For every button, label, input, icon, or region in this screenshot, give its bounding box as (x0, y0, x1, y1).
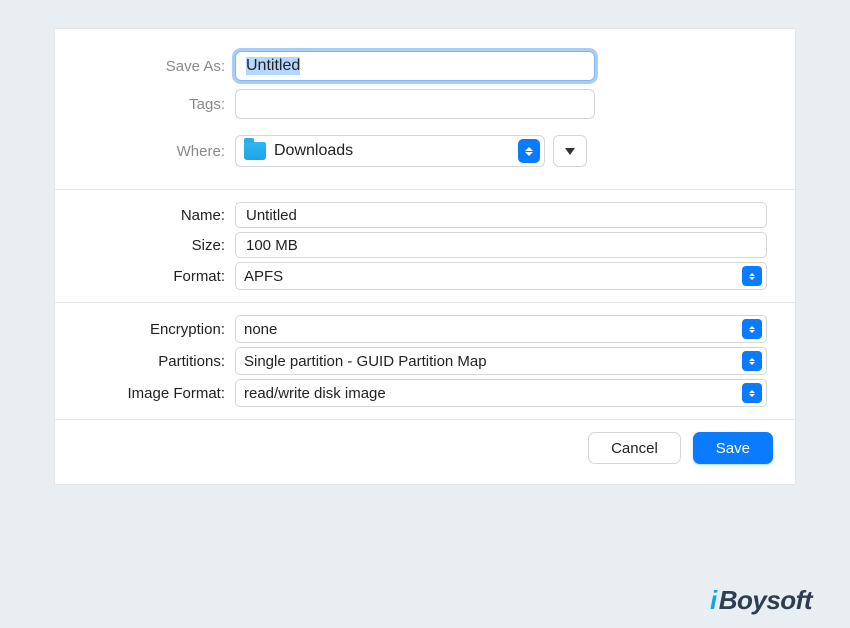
updown-icon (518, 139, 540, 163)
save-dialog: Save As: Untitled Tags: Where: Downloads (54, 28, 796, 485)
size-row: Size: (83, 232, 767, 258)
save-as-row: Save As: Untitled (83, 51, 767, 81)
updown-icon (742, 266, 762, 286)
image-format-row: Image Format: read/write disk image (83, 379, 767, 407)
dialog-footer: Cancel Save (55, 419, 795, 484)
partitions-dropdown[interactable]: Single partition - GUID Partition Map (235, 347, 767, 375)
image-basic-section: Name: Size: Format: APFS (55, 189, 795, 302)
save-button[interactable]: Save (693, 432, 773, 464)
name-row: Name: (83, 202, 767, 228)
partitions-row: Partitions: Single partition - GUID Part… (83, 347, 767, 375)
name-field[interactable] (235, 202, 767, 228)
size-label: Size: (83, 237, 235, 254)
format-row: Format: APFS (83, 262, 767, 290)
updown-icon (742, 351, 762, 371)
partitions-label: Partitions: (83, 353, 235, 370)
encryption-value: none (244, 321, 742, 338)
image-format-label: Image Format: (83, 385, 235, 402)
format-value: APFS (244, 268, 742, 285)
encryption-label: Encryption: (83, 321, 235, 338)
cancel-button[interactable]: Cancel (588, 432, 681, 464)
updown-icon (742, 383, 762, 403)
encryption-dropdown[interactable]: none (235, 315, 767, 343)
format-dropdown[interactable]: APFS (235, 262, 767, 290)
image-format-dropdown[interactable]: read/write disk image (235, 379, 767, 407)
save-as-value: Untitled (246, 57, 300, 75)
tags-row: Tags: (83, 89, 767, 119)
save-as-field[interactable]: Untitled (235, 51, 595, 81)
format-label: Format: (83, 268, 235, 285)
tags-field[interactable] (235, 89, 595, 119)
save-location-section: Save As: Untitled Tags: Where: Downloads (55, 29, 795, 189)
watermark-accent: i (710, 585, 717, 616)
folder-icon (244, 142, 266, 160)
save-as-label: Save As: (83, 58, 235, 75)
chevron-down-icon (565, 148, 575, 155)
watermark-logo: iBoysoft (710, 585, 812, 616)
watermark-text: Boysoft (719, 585, 812, 616)
where-value: Downloads (274, 142, 510, 160)
encryption-row: Encryption: none (83, 315, 767, 343)
where-dropdown[interactable]: Downloads (235, 135, 545, 167)
expand-button[interactable] (553, 135, 587, 167)
where-label: Where: (83, 143, 235, 160)
name-label: Name: (83, 207, 235, 224)
tags-label: Tags: (83, 96, 235, 113)
partitions-value: Single partition - GUID Partition Map (244, 353, 742, 370)
updown-icon (742, 319, 762, 339)
where-row: Where: Downloads (83, 135, 767, 167)
size-field[interactable] (235, 232, 767, 258)
image-format-value: read/write disk image (244, 385, 742, 402)
image-advanced-section: Encryption: none Partitions: Single part… (55, 302, 795, 419)
